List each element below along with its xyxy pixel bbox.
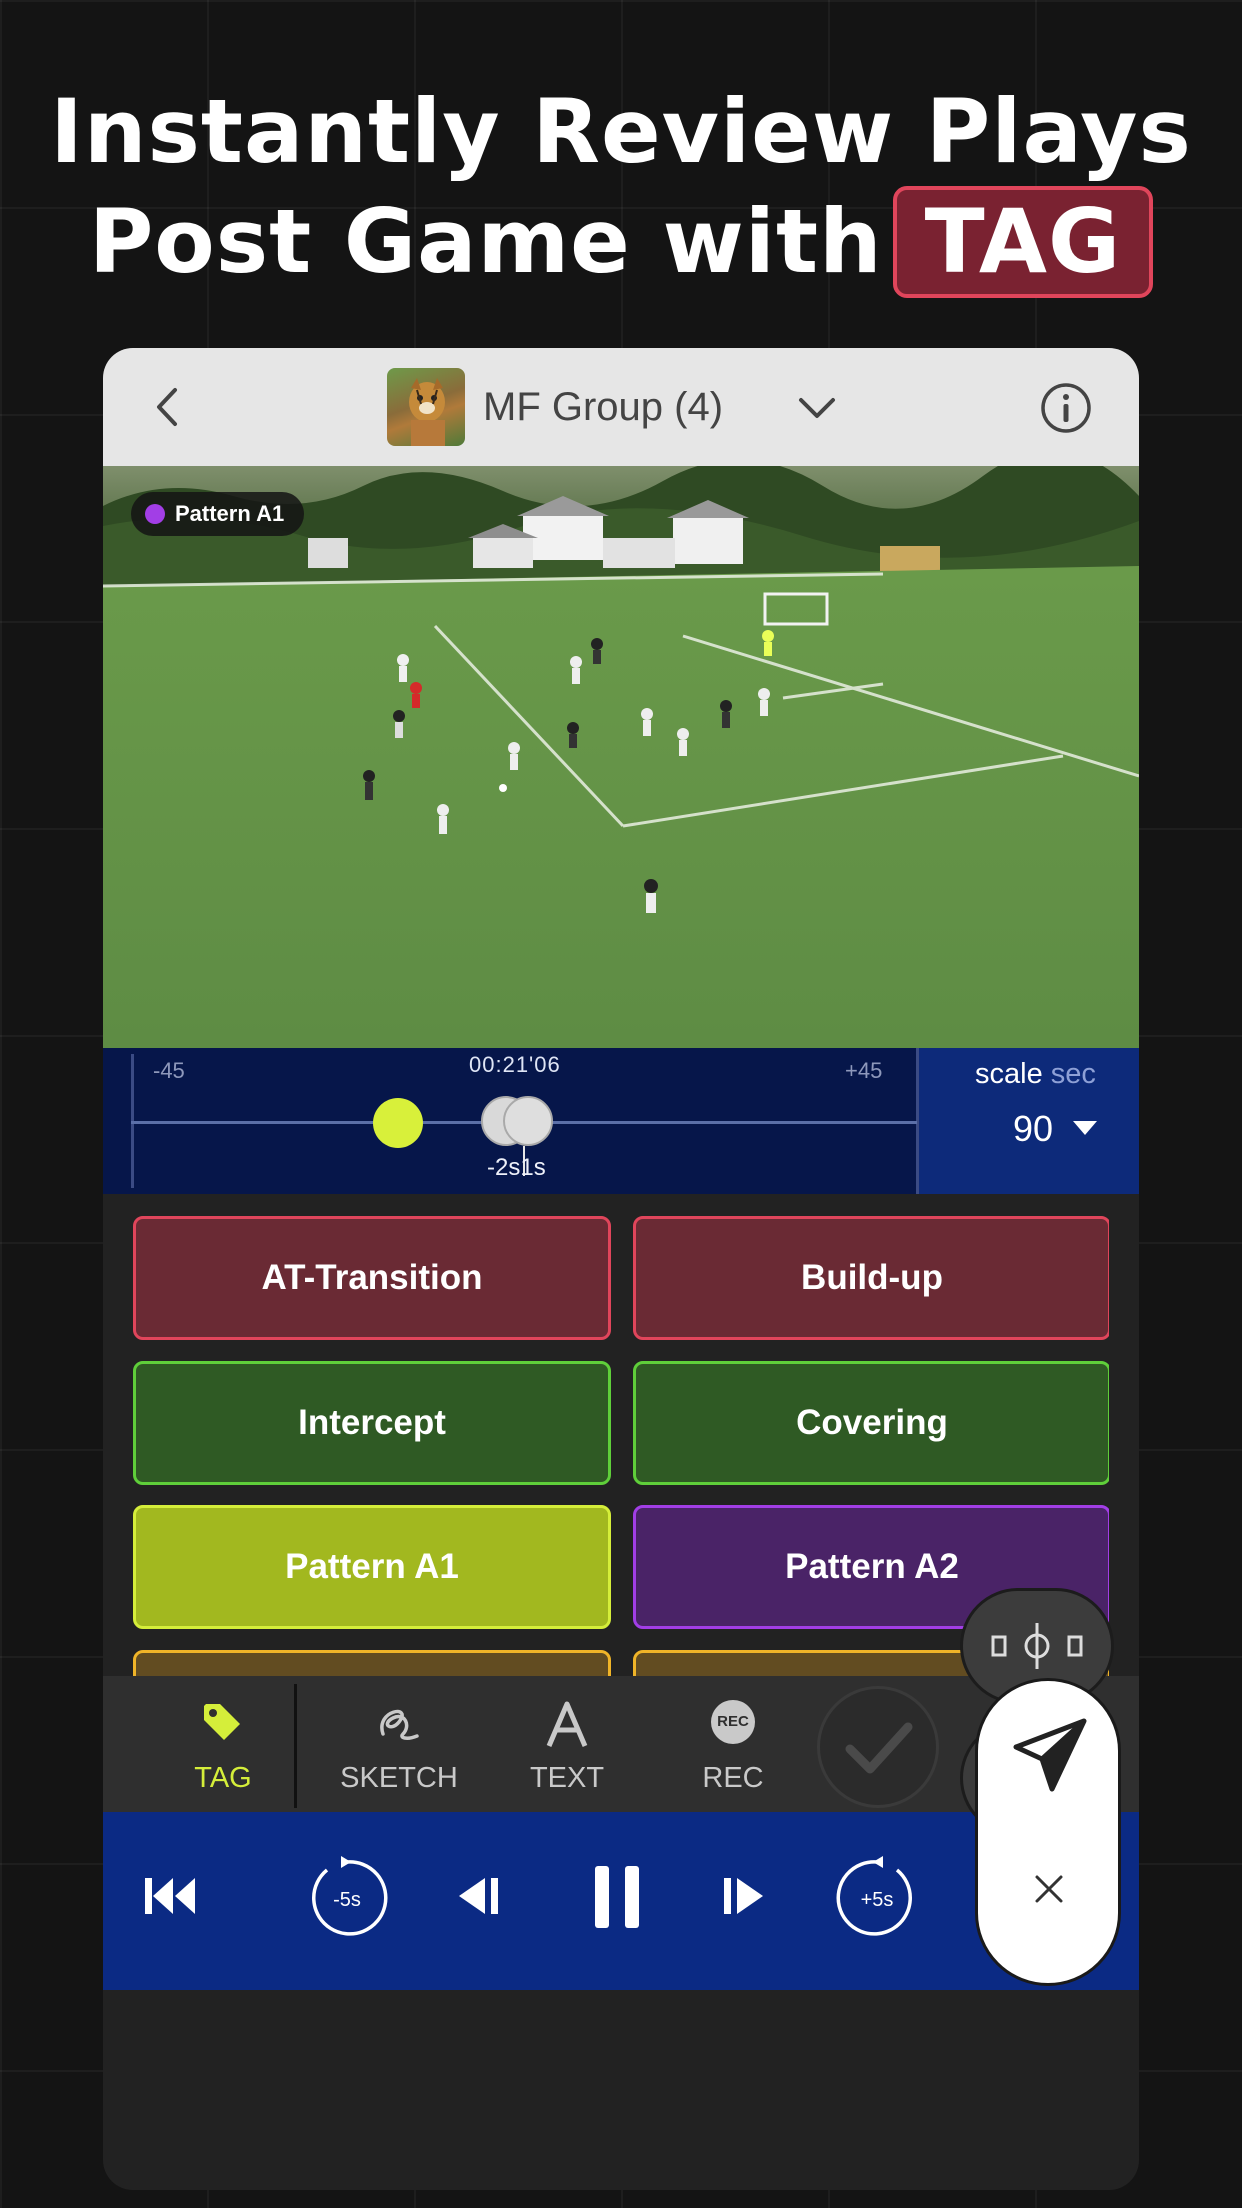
checkmark-icon xyxy=(845,1722,913,1774)
send-panel xyxy=(975,1678,1121,1986)
tag-button-ck[interactable]: CK xyxy=(133,1650,611,1676)
scale-selector[interactable]: scale sec 90 xyxy=(919,1048,1139,1194)
timeline[interactable]: -45 00:21'06 +45 -2s1s scale sec 90 xyxy=(103,1048,1139,1194)
timeline-min-label: -45 xyxy=(153,1058,185,1083)
tool-tag-label: TAG xyxy=(194,1762,252,1794)
timeline-range-end-handle[interactable] xyxy=(503,1096,553,1146)
text-icon xyxy=(546,1701,588,1747)
tool-text-label: TEXT xyxy=(529,1762,605,1794)
rewind-5s-label: -5s xyxy=(333,1889,361,1911)
close-icon[interactable] xyxy=(1031,1871,1067,1907)
tool-rec-label: REC xyxy=(702,1762,764,1794)
tool-rec[interactable]: REC REC xyxy=(653,1676,813,1812)
timeline-offset-label: -2s1s xyxy=(487,1154,546,1181)
forward-5s-label: +5s xyxy=(861,1889,894,1911)
rewind-5s-icon[interactable]: -5s xyxy=(305,1856,389,1940)
tag-button-pattern-a1[interactable]: Pattern A1 xyxy=(133,1505,611,1629)
tool-tag[interactable]: TAG xyxy=(143,1676,303,1812)
toolbar-divider xyxy=(294,1684,297,1808)
group-avatar xyxy=(387,368,465,446)
step-back-icon[interactable] xyxy=(455,1874,501,1918)
timeline-time: 00:21'06 xyxy=(469,1052,561,1077)
info-icon[interactable] xyxy=(1039,381,1093,435)
caret-down-icon xyxy=(1073,1121,1097,1135)
tool-sketch-label: SKETCH xyxy=(340,1762,458,1794)
tag-color-dot xyxy=(145,504,165,524)
timeline-max-label: +45 xyxy=(845,1058,883,1083)
video-player[interactable]: Pattern A1 xyxy=(103,466,1139,1048)
skip-to-start-icon[interactable] xyxy=(143,1874,199,1918)
headline-line1: Instantly Review Plays xyxy=(50,80,1192,183)
headline-line2: Post Game with TAG xyxy=(0,186,1242,298)
badge-label: Pattern A1 xyxy=(175,501,285,526)
tool-text[interactable]: TEXT xyxy=(487,1676,647,1812)
group-title[interactable]: MF Group (4) xyxy=(483,374,723,440)
send-icon[interactable] xyxy=(1012,1717,1088,1793)
confirm-button[interactable] xyxy=(817,1686,939,1808)
tag-button-build-up[interactable]: Build-up xyxy=(633,1216,1109,1340)
active-tag-badge: Pattern A1 xyxy=(131,492,305,536)
tag-button-intercept[interactable]: Intercept xyxy=(133,1361,611,1485)
tag-button-covering[interactable]: Covering xyxy=(633,1361,1109,1485)
tag-button-at-transition[interactable]: AT-Transition xyxy=(133,1216,611,1340)
phone-screen: MF Group (4) Pattern A1 -45 00:21'06 +45… xyxy=(103,348,1139,2190)
rec-icon: REC xyxy=(711,1700,755,1744)
sketch-icon xyxy=(380,1709,419,1740)
chevron-down-icon[interactable] xyxy=(795,388,839,428)
pause-icon[interactable] xyxy=(593,1864,641,1930)
app-bar: MF Group (4) xyxy=(103,348,1139,466)
scale-unit: sec xyxy=(1050,1058,1096,1090)
step-forward-icon[interactable] xyxy=(721,1874,767,1918)
scale-label: scale sec xyxy=(975,1058,1096,1091)
headline-tag-box: TAG xyxy=(892,186,1154,298)
headline: Instantly Review Plays Post Game with TAG xyxy=(0,78,1242,298)
tool-sketch[interactable]: SKETCH xyxy=(319,1676,479,1812)
headline-line2-text: Post Game with xyxy=(88,190,883,293)
forward-5s-icon[interactable]: +5s xyxy=(835,1856,919,1940)
scale-value: 90 xyxy=(1013,1108,1054,1149)
scale-label-text: scale xyxy=(975,1058,1043,1090)
chevron-left-icon[interactable] xyxy=(145,382,195,432)
soccer-field-image xyxy=(103,466,1139,1048)
tag-icon xyxy=(204,1704,240,1740)
timeline-current-handle[interactable] xyxy=(373,1098,423,1148)
